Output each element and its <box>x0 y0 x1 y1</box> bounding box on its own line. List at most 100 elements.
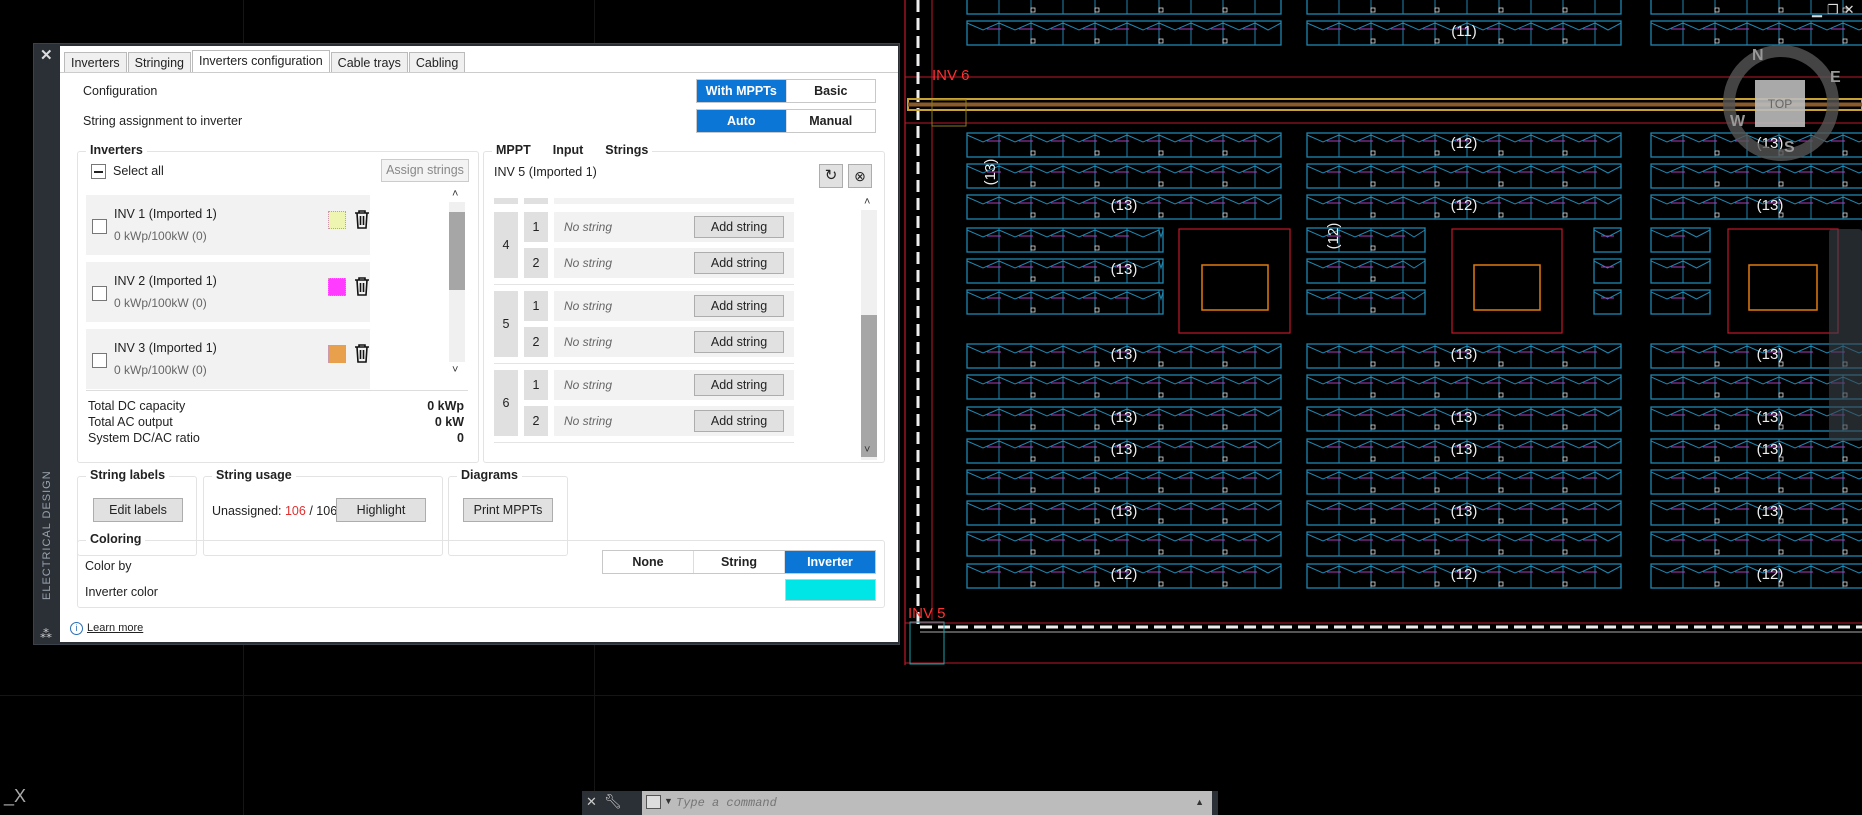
string-terminal <box>1222 7 1228 13</box>
trash-icon[interactable] <box>354 276 370 296</box>
viewcube-top-label: TOP <box>1768 97 1792 111</box>
with-mppts-option[interactable]: With MPPTs <box>697 80 787 102</box>
string-terminal <box>1714 361 1720 367</box>
string-terminal <box>1094 424 1100 430</box>
inverter-color-swatch[interactable] <box>328 211 346 229</box>
string-terminal <box>1562 38 1568 44</box>
configuration-label: Configuration <box>83 84 158 98</box>
scroll-up-icon[interactable]: ˄ <box>452 188 458 200</box>
string-terminal <box>1222 38 1228 44</box>
inverters-group: Inverters Select all Assign strings INV … <box>77 143 479 463</box>
clear-button[interactable]: ⊗ <box>848 164 872 188</box>
select-all-checkbox[interactable] <box>91 164 106 179</box>
pv-table <box>1306 258 1426 284</box>
add-string-button[interactable]: Add string <box>694 216 784 238</box>
command-history-icon[interactable] <box>646 795 661 809</box>
inverter-list-item[interactable]: INV 3 (Imported 1) 0 kWp/100kW (0) <box>86 329 370 389</box>
assign-strings-button[interactable]: Assign strings <box>381 159 469 182</box>
scrollbar-thumb[interactable] <box>861 315 877 457</box>
string-terminal <box>1094 581 1100 587</box>
close-icon[interactable]: ✕ <box>1844 2 1860 17</box>
add-string-button[interactable]: Add string <box>694 295 784 317</box>
customize-wrench-icon[interactable]: 🔧︎ <box>604 793 622 810</box>
restore-icon[interactable]: ❐ <box>1827 2 1844 17</box>
palette-close-icon[interactable]: ✕ <box>40 46 53 64</box>
string-terminal <box>1434 487 1440 493</box>
string-count-label-vertical: (13) <box>982 159 999 186</box>
edit-labels-button[interactable]: Edit labels <box>93 498 183 522</box>
string-row: No string Add string <box>554 370 794 400</box>
string-count-label: (13) <box>1451 503 1478 520</box>
tab-inverters-configuration[interactable]: Inverters configuration <box>191 50 330 72</box>
inverter-color-label: Inverter color <box>85 585 158 599</box>
refresh-button[interactable]: ↻ <box>819 164 843 188</box>
input-number: 1 <box>524 370 548 400</box>
add-string-button[interactable]: Add string <box>694 410 784 432</box>
print-mppts-button[interactable]: Print MPPTs <box>463 498 553 522</box>
inverter-list-scrollbar[interactable] <box>449 202 465 362</box>
add-string-button[interactable]: Add string <box>694 374 784 396</box>
basic-option[interactable]: Basic <box>786 80 875 102</box>
string-terminal <box>1094 38 1100 44</box>
tab-inverters[interactable]: Inverters <box>64 52 127 72</box>
unassigned-value: 106 <box>284 504 306 518</box>
string-terminal <box>1370 456 1376 462</box>
inverter-checkbox[interactable] <box>92 286 107 301</box>
string-terminal <box>1158 456 1164 462</box>
inverter-list-item[interactable]: INV 1 (Imported 1) 0 kWp/100kW (0) <box>86 195 370 255</box>
string-terminal <box>1370 7 1376 13</box>
inverter-color-swatch[interactable] <box>328 345 346 363</box>
string-terminal <box>1562 7 1568 13</box>
color-by-string-option[interactable]: String <box>694 551 785 573</box>
dropdown-arrow-icon[interactable]: ▼ <box>664 796 673 806</box>
navigation-bar[interactable] <box>1829 229 1862 441</box>
trash-icon[interactable] <box>354 343 370 363</box>
coloring-group: Coloring Color by None String Inverter I… <box>77 532 885 608</box>
auto-option[interactable]: Auto <box>697 110 787 132</box>
manual-option[interactable]: Manual <box>786 110 875 132</box>
string-terminal <box>1094 212 1100 218</box>
inverter-checkbox[interactable] <box>92 219 107 234</box>
scroll-down-icon[interactable]: ˅ <box>864 444 870 456</box>
string-terminal <box>1842 150 1848 156</box>
scroll-down-icon[interactable]: ˅ <box>452 364 458 376</box>
scroll-up-arrow-icon[interactable]: ▲ <box>1195 797 1204 807</box>
color-by-inverter-option[interactable]: Inverter <box>785 551 875 573</box>
learn-more-link[interactable]: Learn more <box>87 622 143 634</box>
string-terminal <box>1370 518 1376 524</box>
string-terminal <box>1714 581 1720 587</box>
string-terminal <box>1434 212 1440 218</box>
tab-cabling[interactable]: Cabling <box>408 52 466 72</box>
pv-table <box>966 0 1282 15</box>
tab-cable-trays[interactable]: Cable trays <box>330 52 408 72</box>
string-terminal <box>1158 181 1164 187</box>
inverter-color-swatch[interactable] <box>328 278 346 296</box>
command-close-icon[interactable]: ✕ <box>586 794 597 810</box>
inverters-title: Inverters <box>86 143 147 157</box>
add-string-button[interactable]: Add string <box>694 252 784 274</box>
minimize-icon[interactable]: ▁ <box>1812 2 1827 17</box>
add-string-button[interactable]: Add string <box>694 331 784 353</box>
inverter-name: INV 1 (Imported 1) <box>114 207 217 221</box>
mppt-list-scrollbar[interactable] <box>861 210 877 460</box>
string-terminal <box>1498 7 1504 13</box>
command-input[interactable] <box>676 794 1176 812</box>
inverter-checkbox[interactable] <box>92 353 107 368</box>
scroll-up-icon[interactable]: ˄ <box>864 196 870 208</box>
scrollbar-thumb[interactable] <box>449 212 465 290</box>
highlight-button[interactable]: Highlight <box>336 498 426 522</box>
inverter-color-picker[interactable] <box>785 579 876 601</box>
pv-modules <box>1306 290 1426 314</box>
pv-modules <box>966 470 1282 494</box>
viewport-window-controls[interactable]: ▁❐✕ <box>1812 2 1860 18</box>
inverter-list-item[interactable]: INV 2 (Imported 1) 0 kWp/100kW (0) <box>86 262 370 322</box>
divider <box>494 284 794 285</box>
string-terminal <box>1498 181 1504 187</box>
mppt-number: 4 <box>494 212 518 278</box>
string-terminal <box>1030 150 1036 156</box>
trash-icon[interactable] <box>354 209 370 229</box>
color-by-none-option[interactable]: None <box>603 551 694 573</box>
string-terminal <box>1434 38 1440 44</box>
command-input-area[interactable]: ▼ ▲ <box>642 791 1212 815</box>
tab-stringing[interactable]: Stringing <box>127 52 191 72</box>
